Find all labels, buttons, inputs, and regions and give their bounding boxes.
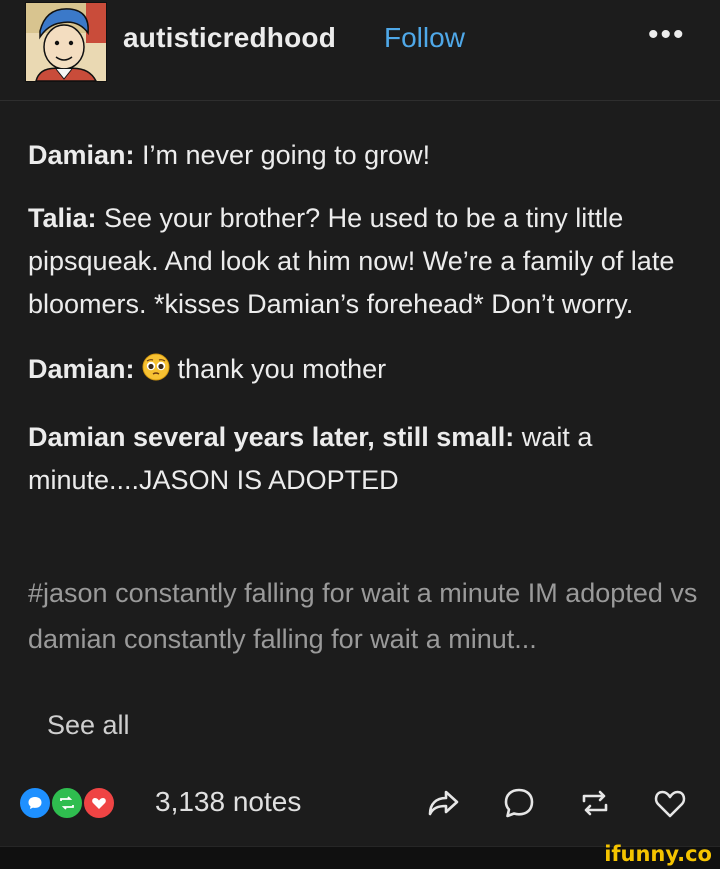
dialogue-line: Damian: thank you mother bbox=[28, 348, 698, 394]
pleading-face-emoji bbox=[142, 351, 170, 394]
dialogue-line: Damian several years later, still small:… bbox=[28, 416, 698, 502]
post-header: autisticredhood Follow ••• bbox=[0, 0, 720, 101]
notes-count[interactable]: 3,138 notes bbox=[155, 786, 301, 818]
post-body: Damian: I’m never going to grow! Talia: … bbox=[28, 134, 698, 524]
heart-icon[interactable] bbox=[651, 784, 689, 822]
reply-bubble-icon bbox=[18, 786, 52, 820]
dialogue-line: Talia: See your brother? He used to be a… bbox=[28, 197, 698, 326]
avatar[interactable] bbox=[25, 2, 107, 82]
username[interactable]: autisticredhood bbox=[123, 22, 336, 54]
dialogue-text: See your brother? He used to be a tiny l… bbox=[28, 203, 675, 319]
speaker-label: Damian several years later, still small: bbox=[28, 422, 515, 452]
reblog-icon[interactable] bbox=[576, 784, 614, 822]
share-icon[interactable] bbox=[424, 784, 462, 822]
speaker-label: Damian: bbox=[28, 354, 135, 384]
speaker-label: Talia: bbox=[28, 203, 97, 233]
post-tags[interactable]: #jason constantly falling for wait a min… bbox=[28, 570, 698, 662]
more-options-icon[interactable]: ••• bbox=[648, 18, 686, 52]
ifunny-watermark: ifunny.co bbox=[604, 842, 712, 866]
dialogue-line: Damian: I’m never going to grow! bbox=[28, 134, 698, 177]
like-bubble-icon bbox=[82, 786, 116, 820]
comment-icon[interactable] bbox=[500, 784, 538, 822]
dialogue-text: thank you mother bbox=[170, 354, 387, 384]
see-all-link[interactable]: See all bbox=[47, 710, 130, 741]
reblog-bubble-icon bbox=[50, 786, 84, 820]
dialogue-text: I’m never going to grow! bbox=[134, 140, 431, 170]
post-footer: 3,138 notes bbox=[0, 770, 720, 840]
speaker-label: Damian: bbox=[28, 140, 135, 170]
follow-button[interactable]: Follow bbox=[384, 22, 465, 54]
